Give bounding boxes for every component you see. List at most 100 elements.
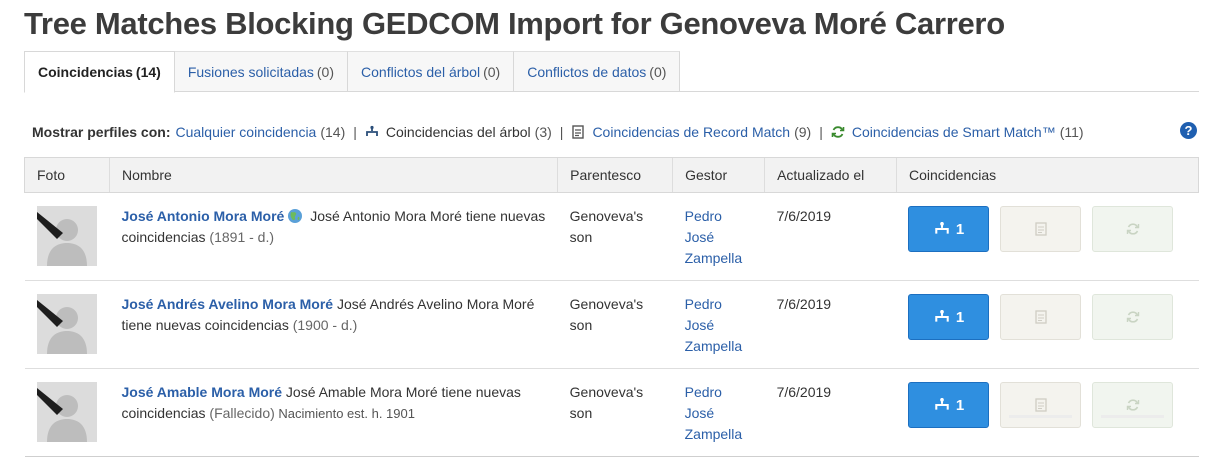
smart-match-icon	[1126, 399, 1140, 411]
updated-cell: 7/6/2019	[764, 368, 897, 457]
tab-fusiones-solicitadas[interactable]: Fusiones solicitadas (0)	[174, 51, 349, 91]
filter-separator: |	[819, 124, 823, 140]
smart-match-icon	[831, 125, 845, 139]
smart-match-button[interactable]	[1092, 206, 1174, 252]
profile-name-link[interactable]: José Andrés Avelino Mora Moré	[121, 296, 333, 312]
manager-link[interactable]: Pedro José Zampella	[685, 208, 743, 266]
tree-match-count: 1	[955, 308, 965, 326]
tab-label: Coincidencias	[38, 64, 133, 80]
photo-cell	[24, 192, 110, 281]
page-title: Tree Matches Blocking GEDCOM Import for …	[24, 6, 1005, 41]
help-icon[interactable]: ?	[1180, 122, 1197, 139]
filter-separator: |	[353, 124, 357, 140]
deceased-silhouette-icon	[36, 212, 87, 266]
relation-cell: Genoveva's son	[557, 192, 673, 281]
name-cell: José Antonio Mora Moré José Antonio Mora…	[109, 192, 558, 281]
globe-icon	[287, 208, 303, 224]
record-match-icon	[1035, 310, 1047, 324]
avatar[interactable]	[36, 294, 97, 354]
filter-tree-label: Coincidencias del árbol	[385, 124, 531, 140]
tab-conflictos-arbol[interactable]: Conflictos del árbol (0)	[348, 51, 515, 91]
manager-link[interactable]: Pedro José Zampella	[685, 296, 743, 354]
deceased-silhouette-icon	[36, 300, 87, 354]
tab-count: (0)	[483, 63, 501, 80]
filter-smart-link[interactable]: Coincidencias de Smart Match™	[852, 124, 1056, 140]
column-header-foto: Foto	[24, 157, 110, 193]
deceased-silhouette-icon	[36, 388, 87, 442]
updated-cell: 7/6/2019	[764, 280, 897, 369]
filter-any-link[interactable]: Cualquier coincidencia	[175, 124, 316, 140]
tab-bar: Coincidencias (14) Fusiones solicitadas …	[24, 51, 1199, 93]
tab-label: Fusiones solicitadas	[187, 63, 314, 80]
filter-any-count: (14)	[320, 124, 346, 140]
profile-name-link[interactable]: José Amable Mora Moré	[121, 384, 282, 400]
column-header-gestor: Gestor	[672, 157, 765, 193]
column-header-nombre: Nombre	[108, 157, 558, 193]
smart-match-icon	[1126, 223, 1140, 235]
record-match-icon	[1035, 222, 1047, 236]
filter-record-link[interactable]: Coincidencias de Record Match	[592, 124, 790, 140]
tab-conflictos-datos[interactable]: Conflictos de datos (0)	[514, 51, 681, 91]
profile-lifespan: (1900 - d.)	[292, 317, 358, 333]
matches-table: Foto Nombre Parentesco Gestor Actualizad…	[24, 157, 1200, 457]
table-row: José Amable Mora Moré José Amable Mora M…	[24, 368, 1199, 457]
manager-cell: Pedro José Zampella	[672, 368, 765, 457]
tab-count: (14)	[135, 64, 161, 80]
matches-cell: 1	[896, 368, 1199, 457]
tree-match-icon	[365, 125, 379, 139]
manager-link[interactable]: Pedro José Zampella	[685, 384, 743, 442]
record-match-icon	[571, 125, 585, 139]
smart-match-button[interactable]	[1092, 294, 1174, 340]
tree-match-icon	[935, 310, 949, 322]
profile-filter-bar: Mostrar perfiles con: Cualquier coincide…	[32, 124, 1192, 140]
tree-match-count: 1	[955, 396, 965, 414]
photo-cell	[24, 280, 110, 369]
table-row: José Antonio Mora Moré José Antonio Mora…	[24, 192, 1199, 281]
tab-label: Conflictos de datos	[527, 63, 647, 80]
column-header-coincidencias: Coincidencias	[895, 157, 1200, 193]
smart-match-icon	[1126, 311, 1140, 323]
column-header-actualizado: Actualizado el	[764, 157, 897, 193]
table-header-row: Foto Nombre Parentesco Gestor Actualizad…	[24, 157, 1200, 193]
record-match-icon	[1035, 398, 1047, 412]
photo-cell	[24, 368, 110, 457]
filter-tree-count: (3)	[534, 124, 552, 140]
tree-match-icon	[935, 398, 949, 410]
tab-bar-spacer	[680, 51, 1199, 91]
record-match-button[interactable]	[1000, 382, 1082, 428]
record-match-button[interactable]	[1000, 206, 1082, 252]
tree-match-button[interactable]: 1	[908, 294, 990, 340]
profile-birth-estimate: Nacimiento est. h. 1901	[274, 406, 415, 421]
avatar[interactable]	[36, 206, 97, 266]
filter-smart-count: (11)	[1059, 124, 1084, 140]
matches-cell: 1	[896, 192, 1199, 281]
tab-count: (0)	[649, 63, 667, 80]
filter-record-count: (9)	[794, 124, 812, 140]
smart-match-button[interactable]	[1092, 382, 1174, 428]
record-match-button[interactable]	[1000, 294, 1082, 340]
loading-bar	[1009, 415, 1073, 418]
tab-count: (0)	[316, 63, 335, 80]
tab-label: Conflictos del árbol	[361, 63, 481, 80]
loading-bar	[1101, 415, 1165, 418]
tree-match-button[interactable]: 1	[908, 382, 990, 428]
filter-separator: |	[559, 124, 564, 140]
profile-lifespan: (Fallecido)	[209, 405, 275, 421]
filter-lead-label: Mostrar perfiles con:	[32, 124, 171, 140]
relation-cell: Genoveva's son	[557, 280, 673, 369]
updated-cell: 7/6/2019	[764, 192, 897, 281]
profile-name-link[interactable]: José Antonio Mora Moré	[121, 208, 284, 224]
tree-match-count: 1	[955, 220, 965, 238]
name-cell: José Andrés Avelino Mora Moré José André…	[109, 280, 558, 369]
column-header-parentesco: Parentesco	[557, 157, 673, 193]
matches-cell: 1	[896, 280, 1199, 369]
tab-coincidencias[interactable]: Coincidencias (14)	[24, 51, 175, 93]
table-row: José Andrés Avelino Mora Moré José André…	[24, 280, 1199, 369]
avatar[interactable]	[36, 382, 97, 442]
manager-cell: Pedro José Zampella	[672, 280, 765, 369]
tree-match-button[interactable]: 1	[908, 206, 990, 252]
tree-match-icon	[935, 222, 949, 234]
manager-cell: Pedro José Zampella	[672, 192, 765, 281]
name-cell: José Amable Mora Moré José Amable Mora M…	[109, 368, 558, 457]
relation-cell: Genoveva's son	[557, 368, 673, 457]
